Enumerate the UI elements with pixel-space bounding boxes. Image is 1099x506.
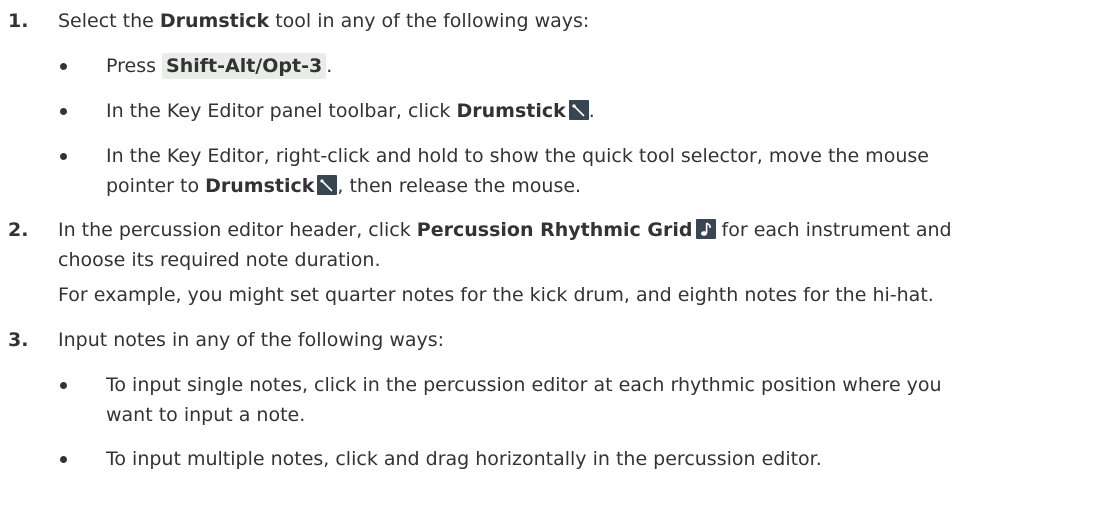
- step-1: 1. Select the Drumstick tool in any of t…: [0, 6, 1099, 36]
- bullet-dot: [60, 63, 67, 70]
- bullet-dot: [60, 456, 67, 463]
- step-2-example: For example, you might set quarter notes…: [58, 284, 934, 306]
- percussion-rhythmic-grid-name: Percussion Rhythmic Grid: [416, 219, 693, 241]
- bullet-dot: [60, 108, 67, 115]
- step-number: 1.: [8, 10, 29, 32]
- drumstick-icon: [568, 100, 589, 120]
- step-1-bullet-quick-tool: In the Key Editor, right-click and hold …: [58, 141, 1099, 201]
- bullet-dot: [60, 153, 67, 160]
- eighth-note-icon: [695, 219, 716, 239]
- step-1-bullet-toolbar: In the Key Editor panel toolbar, click D…: [58, 96, 1099, 126]
- step-3: 3. Input notes in any of the following w…: [0, 325, 1099, 355]
- step-1-intro: Select the Drumstick tool in any of the …: [58, 10, 590, 32]
- bullet-dot: [60, 382, 67, 389]
- step-3-bullet-single: To input single notes, click in the perc…: [58, 370, 1099, 430]
- drumstick-icon: [317, 175, 338, 195]
- step-3-bullet-multiple: To input multiple notes, click and drag …: [58, 444, 1099, 474]
- step-number: 3.: [8, 329, 29, 351]
- instructions-document: 1. Select the Drumstick tool in any of t…: [0, 0, 1099, 506]
- drumstick-tool-name: Drumstick: [159, 10, 270, 32]
- keyboard-shortcut: Shift-Alt/Opt-3: [162, 53, 327, 79]
- step-number: 2.: [8, 219, 29, 241]
- step-1-bullet-shortcut: Press Shift-Alt/Opt-3.: [58, 51, 1099, 81]
- step-2: 2. In the percussion editor header, clic…: [0, 215, 1099, 310]
